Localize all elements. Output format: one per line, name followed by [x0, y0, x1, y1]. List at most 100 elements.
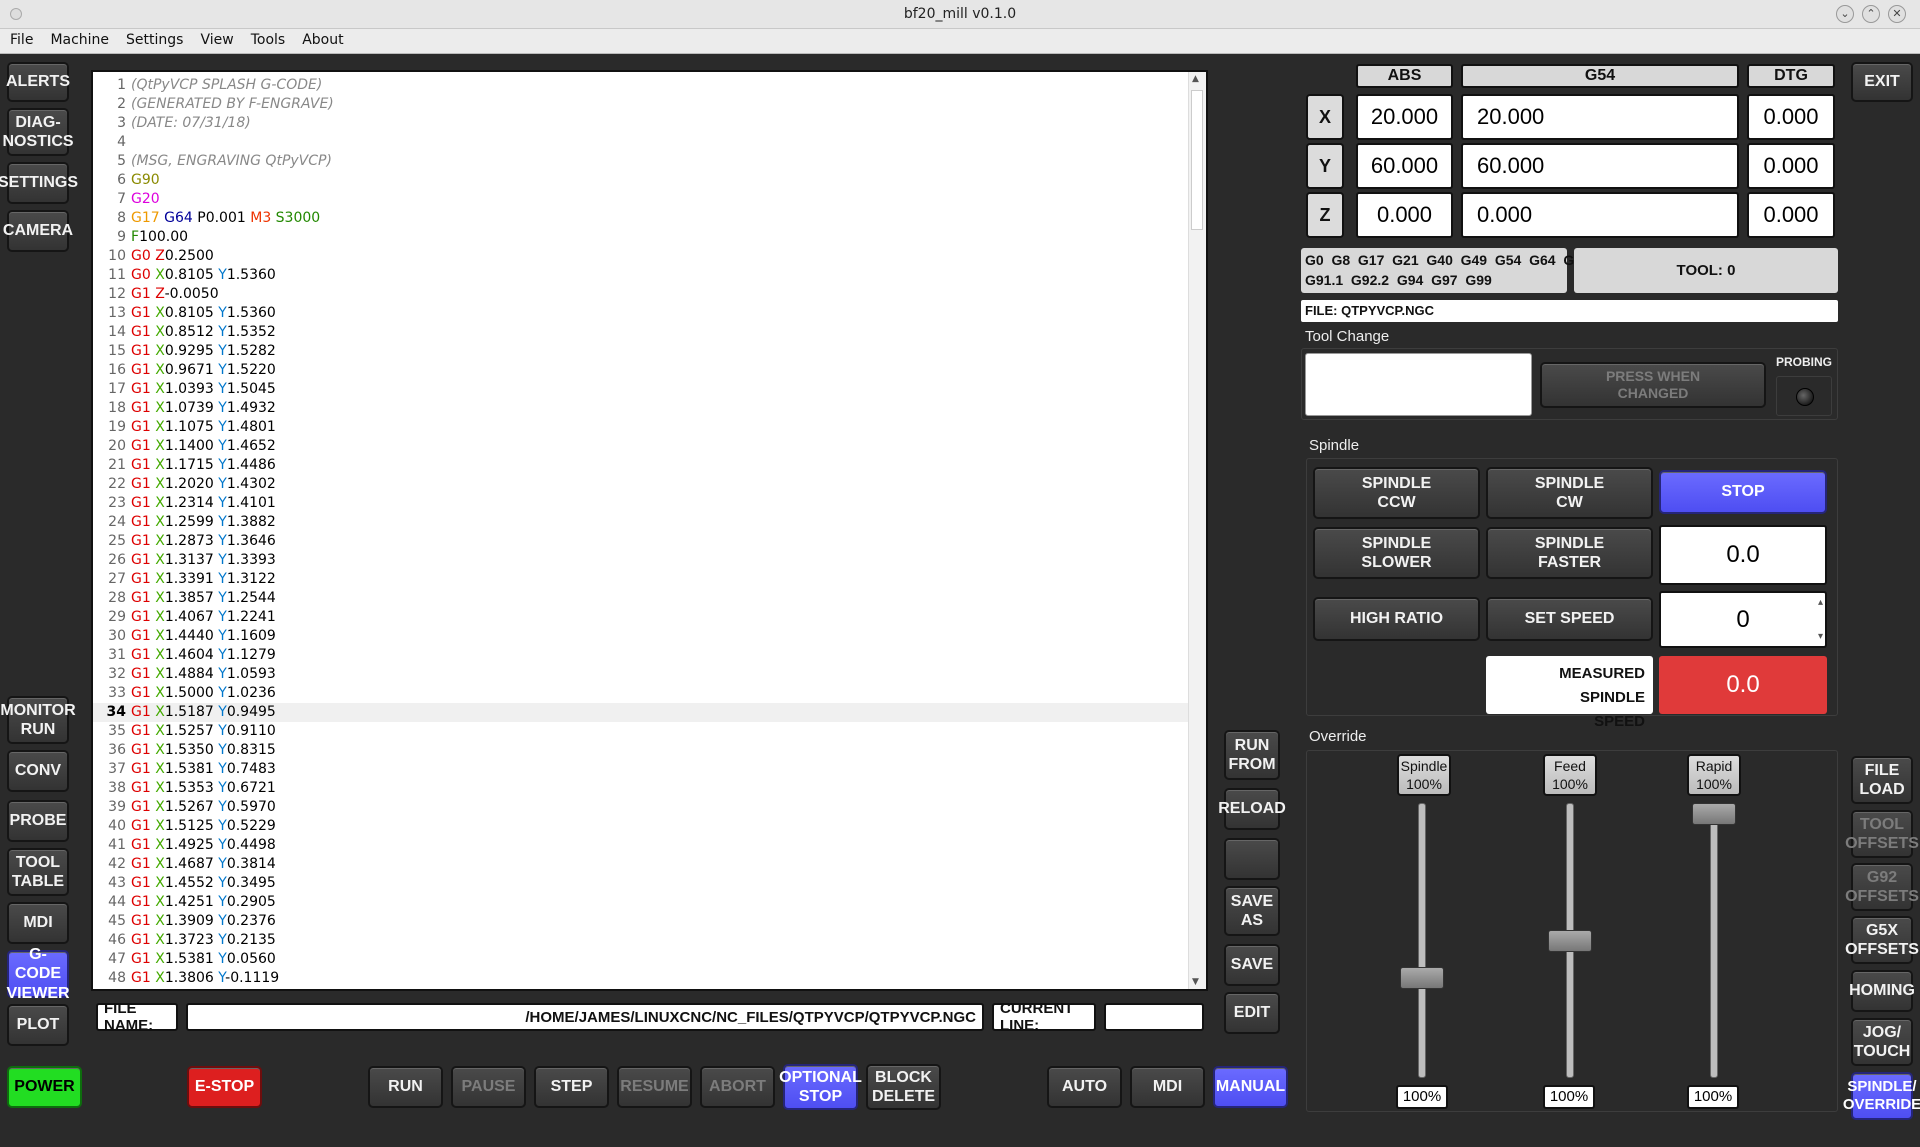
gcode-line[interactable]: 48 G1 X1.3806 Y-0.1119 [93, 969, 1188, 988]
maximize-icon[interactable]: ⌃ [1862, 5, 1880, 23]
settings-button[interactable]: SETTINGS [0, 162, 78, 204]
gcode-line[interactable]: 38 G1 X1.5353 Y0.6721 [93, 779, 1188, 798]
gcode-line[interactable]: 35 G1 X1.5257 Y0.9110 [93, 722, 1188, 741]
scrollbar-thumb[interactable] [1191, 90, 1203, 230]
gcode-line[interactable]: 39 G1 X1.5267 Y0.5970 [93, 798, 1188, 817]
axis-y-button[interactable]: Y [1306, 143, 1344, 189]
auto-mode-button[interactable]: AUTO [1047, 1066, 1122, 1108]
estop-button[interactable]: E-STOP [187, 1066, 262, 1108]
gcode-line[interactable]: 24 G1 X1.2599 Y1.3882 [93, 513, 1188, 532]
gcode-line[interactable]: 3 (DATE: 07/31/18) [93, 114, 1188, 133]
gcode-line[interactable]: 40 G1 X1.5125 Y0.5229 [93, 817, 1188, 836]
feed-override-handle[interactable] [1548, 929, 1592, 952]
press-when-changed-button[interactable]: PRESS WHEN CHANGED [1540, 362, 1766, 408]
blank-button[interactable] [1224, 838, 1280, 880]
tool-table-button[interactable]: TOOL TABLE [7, 848, 69, 896]
gcode-line[interactable]: 2 (GENERATED BY F-ENGRAVE) [93, 95, 1188, 114]
gcode-line[interactable]: 8 G17 G64 P0.001 M3 S3000 [93, 209, 1188, 228]
gcode-line[interactable]: 15 G1 X0.9295 Y1.5282 [93, 342, 1188, 361]
gcode-line[interactable]: 5 (MSG, ENGRAVING QtPyVCP) [93, 152, 1188, 171]
block-delete-button[interactable]: BLOCK DELETE [866, 1064, 941, 1110]
gcode-line[interactable]: 42 G1 X1.4687 Y0.3814 [93, 855, 1188, 874]
gcode-line[interactable]: 28 G1 X1.3857 Y1.2544 [93, 589, 1188, 608]
mdi-mode-button[interactable]: MDI [1130, 1066, 1205, 1108]
set-speed-button[interactable]: SET SPEED [1486, 597, 1653, 641]
menu-view[interactable]: View [190, 29, 240, 48]
set-speed-input[interactable]: 0 ▴ ▾ [1659, 591, 1827, 648]
gcode-line[interactable]: 1 (QtPyVCP SPLASH G-CODE) [93, 76, 1188, 95]
gcode-editor[interactable]: 1 (QtPyVCP SPLASH G-CODE) 2 (GENERATED BY F… [91, 70, 1208, 991]
spindle-cw-button[interactable]: SPINDLE CW [1486, 467, 1653, 519]
gcode-line[interactable]: 45 G1 X1.3909 Y0.2376 [93, 912, 1188, 931]
menu-about[interactable]: About [292, 29, 350, 48]
gcode-line[interactable]: 43 G1 X1.4552 Y0.3495 [93, 874, 1188, 893]
optional-stop-button[interactable]: OPTIONAL STOP [779, 1064, 862, 1110]
plot-button[interactable]: PLOT [7, 1004, 69, 1046]
gcode-line[interactable]: 44 G1 X1.4251 Y0.2905 [93, 893, 1188, 912]
save-button[interactable]: SAVE [1224, 944, 1280, 986]
minimize-icon[interactable]: ⌄ [1836, 5, 1854, 23]
exit-button[interactable]: EXIT [1851, 62, 1913, 102]
gcode-line[interactable]: 46 G1 X1.3723 Y0.2135 [93, 931, 1188, 950]
edit-button[interactable]: EDIT [1224, 992, 1280, 1034]
rapid-override-handle[interactable] [1692, 803, 1736, 825]
menu-file[interactable]: File [0, 29, 40, 48]
jog-touch-button[interactable]: JOG/ TOUCH [1851, 1018, 1913, 1066]
gcode-line[interactable]: 9 F100.00 [93, 228, 1188, 247]
file-load-button[interactable]: FILE LOAD [1851, 756, 1913, 804]
tool-offsets-button[interactable]: TOOL OFFSETS [1845, 810, 1919, 858]
conv-button[interactable]: CONV [7, 750, 69, 792]
close-icon[interactable]: ✕ [1888, 5, 1906, 23]
scroll-up-icon[interactable]: ▲ [1192, 74, 1199, 84]
abort-button[interactable]: ABORT [700, 1066, 775, 1108]
mdi-nav-button[interactable]: MDI [7, 902, 69, 944]
alerts-button[interactable]: ALERTS [6, 62, 70, 102]
gcode-line[interactable]: 12 G1 Z-0.0050 [93, 285, 1188, 304]
gcode-line[interactable]: 30 G1 X1.4440 Y1.1609 [93, 627, 1188, 646]
probe-button[interactable]: PROBE [7, 800, 69, 842]
gcode-line[interactable]: 27 G1 X1.3391 Y1.3122 [93, 570, 1188, 589]
run-button[interactable]: RUN [368, 1066, 443, 1108]
gcode-line[interactable]: 22 G1 X1.2020 Y1.4302 [93, 475, 1188, 494]
menu-machine[interactable]: Machine [40, 29, 116, 48]
spindle-override-nav-button[interactable]: SPINDLE/ OVERRIDE [1843, 1072, 1920, 1120]
gcode-line[interactable]: 47 G1 X1.5381 Y0.0560 [93, 950, 1188, 969]
step-button[interactable]: STEP [534, 1066, 609, 1108]
diagnostics-button[interactable]: DIAG- NOSTICS [2, 108, 74, 156]
gcode-line[interactable]: 25 G1 X1.2873 Y1.3646 [93, 532, 1188, 551]
gcode-line[interactable]: 4 [93, 133, 1188, 152]
gcode-line[interactable]: 34 G1 X1.5187 Y0.9495 [93, 703, 1188, 722]
high-ratio-button[interactable]: HIGH RATIO [1313, 597, 1480, 641]
gcode-line[interactable]: 33 G1 X1.5000 Y1.0236 [93, 684, 1188, 703]
gcode-line[interactable]: 36 G1 X1.5350 Y0.8315 [93, 741, 1188, 760]
gcode-line[interactable]: 14 G1 X0.8512 Y1.5352 [93, 323, 1188, 342]
gcode-line[interactable]: 19 G1 X1.1075 Y1.4801 [93, 418, 1188, 437]
axis-z-button[interactable]: Z [1306, 192, 1344, 238]
g92-offsets-button[interactable]: G92 OFFSETS [1845, 863, 1919, 911]
spin-up-icon[interactable]: ▴ [1818, 597, 1823, 608]
gcode-line[interactable]: 21 G1 X1.1715 Y1.4486 [93, 456, 1188, 475]
spin-down-icon[interactable]: ▾ [1818, 631, 1823, 642]
gcode-line[interactable]: 18 G1 X1.0739 Y1.4932 [93, 399, 1188, 418]
camera-button[interactable]: CAMERA [3, 210, 73, 252]
g5x-offsets-button[interactable]: G5X OFFSETS [1845, 916, 1919, 964]
spindle-stop-button[interactable]: STOP [1659, 470, 1827, 514]
manual-mode-button[interactable]: MANUAL [1213, 1066, 1288, 1108]
homing-button[interactable]: HOMING [1849, 970, 1915, 1012]
gcode-line[interactable]: 29 G1 X1.4067 Y1.2241 [93, 608, 1188, 627]
gcode-line[interactable]: 23 G1 X1.2314 Y1.4101 [93, 494, 1188, 513]
monitor-run-button[interactable]: MONITOR RUN [0, 696, 76, 744]
gcode-line[interactable]: 17 G1 X1.0393 Y1.5045 [93, 380, 1188, 399]
spindle-faster-button[interactable]: SPINDLE FASTER [1486, 527, 1653, 579]
gcode-line[interactable]: 26 G1 X1.3137 Y1.3393 [93, 551, 1188, 570]
gcode-viewer-button[interactable]: G-CODE VIEWER [6, 946, 69, 1001]
gcode-line[interactable]: 31 G1 X1.4604 Y1.1279 [93, 646, 1188, 665]
spindle-override-handle[interactable] [1400, 967, 1444, 990]
power-button[interactable]: POWER [7, 1066, 82, 1108]
spindle-slower-button[interactable]: SPINDLE SLOWER [1313, 527, 1480, 579]
gcode-line[interactable]: 41 G1 X1.4925 Y0.4498 [93, 836, 1188, 855]
menu-tools[interactable]: Tools [241, 29, 293, 48]
gcode-line[interactable]: 11 G0 X0.8105 Y1.5360 [93, 266, 1188, 285]
gcode-line[interactable]: 16 G1 X0.9671 Y1.5220 [93, 361, 1188, 380]
pause-button[interactable]: PAUSE [451, 1066, 526, 1108]
